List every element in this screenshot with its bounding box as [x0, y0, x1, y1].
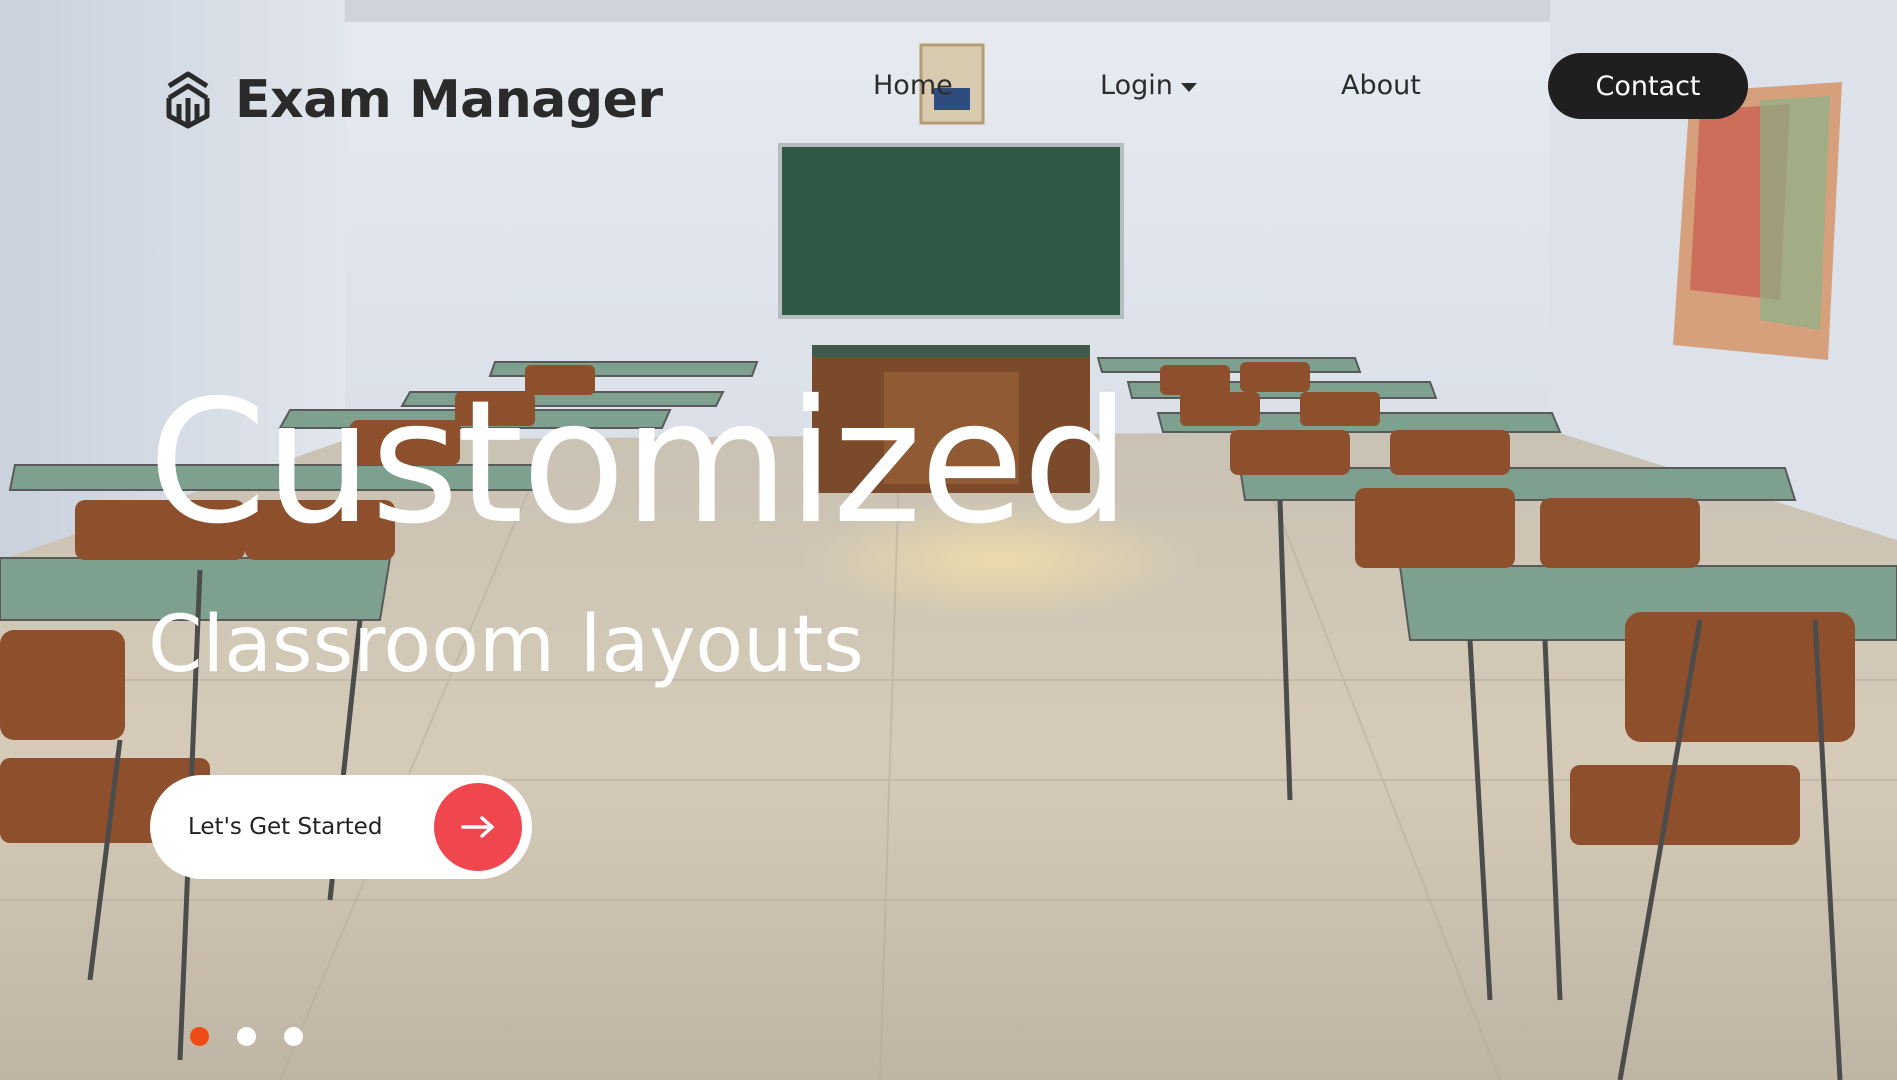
- caret-down-icon: [1180, 82, 1197, 92]
- contact-button[interactable]: Contact: [1548, 53, 1748, 119]
- brand-logo[interactable]: Exam Manager: [163, 68, 663, 132]
- slider-dot-1[interactable]: [190, 1027, 209, 1046]
- cube-stack-icon: [166, 71, 210, 129]
- get-started-button[interactable]: Let's Get Started: [150, 775, 532, 879]
- slider-dot-2[interactable]: [237, 1027, 256, 1046]
- slider-pagination: [190, 1027, 303, 1046]
- nav-home-link[interactable]: Home: [873, 70, 953, 101]
- nav-login-label: Login: [1100, 70, 1173, 101]
- nav-login-dropdown[interactable]: Login: [1100, 70, 1197, 101]
- hero-subtitle: Classroom layouts: [148, 600, 864, 690]
- hero-title: Customized: [148, 364, 1130, 562]
- nav-about-link[interactable]: About: [1341, 70, 1421, 101]
- arrow-right-icon: [434, 783, 522, 871]
- brand-name: Exam Manager: [235, 70, 663, 130]
- get-started-label: Let's Get Started: [188, 814, 383, 840]
- slider-dot-3[interactable]: [284, 1027, 303, 1046]
